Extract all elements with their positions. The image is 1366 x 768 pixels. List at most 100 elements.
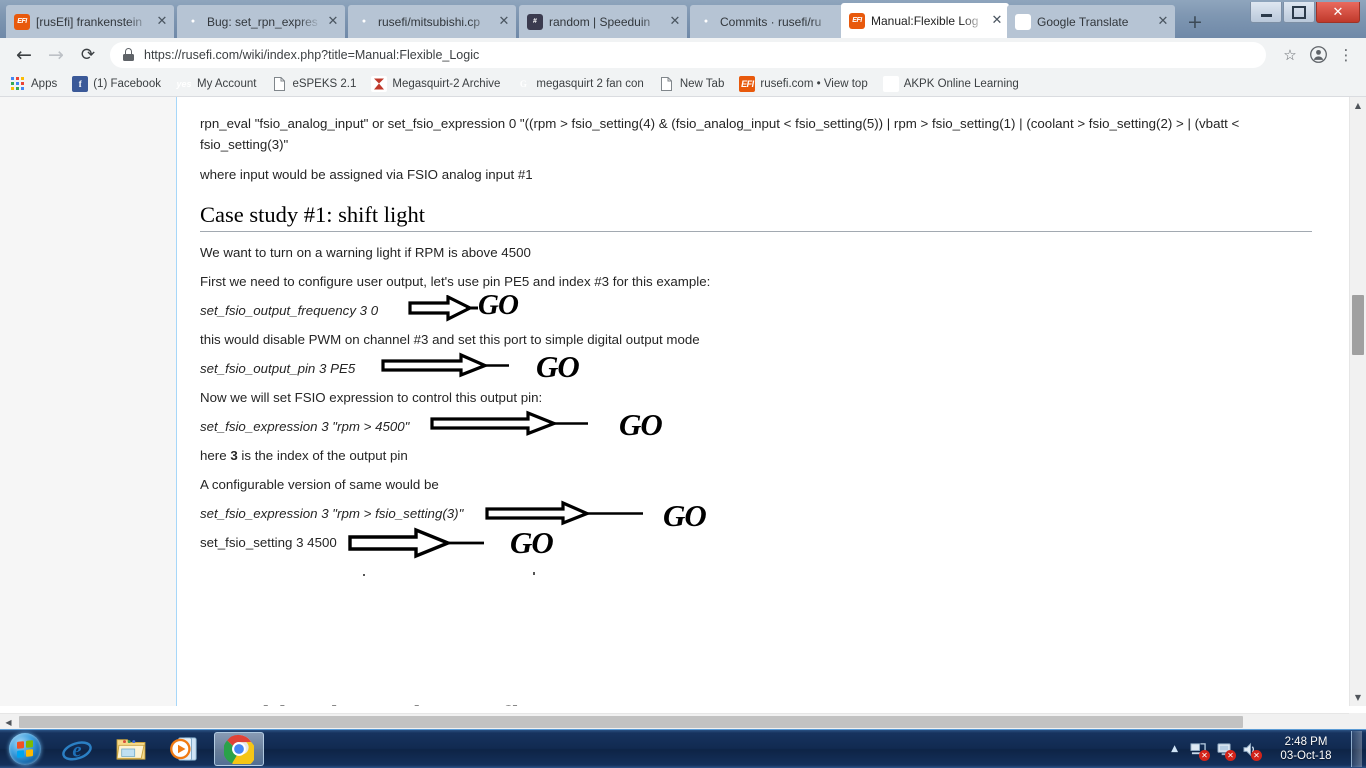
system-tray: ▲ ✕ ✕ ✕ 2:48 PM 03-Oct-18 xyxy=(1171,730,1366,768)
maximize-button[interactable] xyxy=(1283,2,1315,23)
wiki-article-content: rpn_eval "fsio_analog_input" or set_fsio… xyxy=(178,97,1366,706)
tab-label: Commits · rusefi/ru xyxy=(720,14,822,29)
google-icon: G xyxy=(519,78,527,89)
tray-overflow-icon[interactable]: ▲ xyxy=(1171,744,1178,754)
rusefi-icon: EFI xyxy=(849,12,865,29)
tab-label: rusefi/mitsubishi.cp xyxy=(378,14,481,29)
annotation-arrow-2 xyxy=(381,352,513,385)
tab-rusefi-mitsubishi[interactable]: ● rusefi/mitsubishi.cp ✕ xyxy=(348,5,516,38)
yes-icon: yes xyxy=(176,78,192,89)
bookmark-star-icon[interactable]: ☆ xyxy=(1276,41,1304,69)
bookmark-espeks[interactable]: eSPEKS 2.1 xyxy=(271,76,356,92)
windows-taskbar: e ▲ ✕ ✕ ✕ 2:48 PM 03-Oct-18 xyxy=(0,729,1366,768)
back-icon[interactable]: ← xyxy=(8,39,40,71)
here-suffix: is the index of the output pin xyxy=(237,448,408,463)
new-tab-button[interactable]: + xyxy=(1182,11,1208,35)
bookmark-my-account[interactable]: yes My Account xyxy=(176,76,256,92)
akpk-icon: AKPK xyxy=(882,75,899,92)
taskbar-windows-explorer[interactable] xyxy=(106,732,156,766)
tab-google-translate[interactable]: G Google Translate ✕ xyxy=(1007,5,1175,38)
close-window-button[interactable]: ✕ xyxy=(1316,2,1360,23)
scroll-up-icon[interactable]: ▲ xyxy=(1350,97,1366,114)
address-bar[interactable]: https://rusefi.com/wiki/index.php?title=… xyxy=(110,41,1266,68)
tab-label: [rusEfi] frankenstein xyxy=(36,14,143,29)
tab-close-icon[interactable]: ✕ xyxy=(667,14,683,30)
tab-commits-rusefi[interactable]: ● Commits · rusefi/ru ✕ xyxy=(690,5,858,38)
taskbar-clock[interactable]: 2:48 PM 03-Oct-18 xyxy=(1265,735,1347,763)
bookmark-new-tab[interactable]: New Tab xyxy=(659,76,725,92)
minimize-button[interactable] xyxy=(1250,2,1282,23)
github-icon: ● xyxy=(190,18,196,25)
bookmark-label: rusefi.com • View top xyxy=(760,77,868,90)
here-prefix: here xyxy=(200,448,231,463)
annotation-go-2: GO xyxy=(536,349,580,384)
command-set-fsio-expression-configurable: set_fsio_expression 3 "rpm > fsio_settin… xyxy=(200,506,464,521)
tab-close-icon[interactable]: ✕ xyxy=(154,14,170,30)
tab-close-icon[interactable]: ✕ xyxy=(1155,14,1171,30)
bookmark-label: AKPK Online Learning xyxy=(903,77,1019,90)
tab-close-icon[interactable]: ✕ xyxy=(989,13,1005,29)
megasquirt-icon xyxy=(371,75,388,92)
apps-grid-icon xyxy=(10,76,26,92)
clock-time: 2:48 PM xyxy=(1284,736,1328,748)
bookmark-facebook[interactable]: f (1) Facebook xyxy=(72,75,161,92)
browser-toolbar: ← → ⟳ https://rusefi.com/wiki/index.php?… xyxy=(0,38,1366,71)
paragraph-disable-pwm: this would disable PWM on channel #3 and… xyxy=(200,332,700,347)
command-set-fsio-output-frequency: set_fsio_output_frequency 3 0 xyxy=(200,303,379,318)
show-desktop-button[interactable] xyxy=(1351,731,1362,767)
paragraph-configurable-version: A configurable version of same would be xyxy=(200,477,439,492)
start-button[interactable] xyxy=(2,731,48,767)
taskbar-google-chrome[interactable] xyxy=(214,732,264,766)
tab-label: Google Translate xyxy=(1037,14,1129,29)
bookmark-megasquirt-fan[interactable]: G megasquirt 2 fan con xyxy=(515,76,644,92)
command-set-fsio-setting: set_fsio_setting 3 4500 xyxy=(200,535,337,550)
svg-text:e: e xyxy=(72,740,81,762)
scroll-down-icon[interactable]: ▼ xyxy=(1350,689,1366,706)
annotation-arrow-5 xyxy=(348,527,504,564)
tab-manual-flexible-logic[interactable]: EFI Manual:Flexible Log ✕ xyxy=(841,3,1009,38)
page-viewport: rpn_eval "fsio_analog_input" or set_fsio… xyxy=(0,97,1366,706)
vertical-scroll-thumb[interactable] xyxy=(1352,295,1364,355)
scrollbar-corner xyxy=(1349,713,1366,730)
ink-speck xyxy=(533,572,535,575)
github-icon: ● xyxy=(703,18,709,25)
hash-icon: # xyxy=(527,13,543,30)
github-icon: ● xyxy=(361,18,367,25)
tab-strip: EFI [rusEfi] frankenstein ✕ ● Bug: set_r… xyxy=(0,0,1250,38)
rpn-eval-line2: fsio_setting(3)" xyxy=(200,137,289,152)
scroll-left-icon[interactable]: ◀ xyxy=(0,714,17,730)
here-index-value: 3 xyxy=(230,448,238,463)
paragraph-first-we-need: First we need to configure user output, … xyxy=(200,274,711,289)
bookmark-label: eSPEKS 2.1 xyxy=(292,77,357,90)
tab-close-icon[interactable]: ✕ xyxy=(325,14,341,30)
paragraph-here-index: here 3 is the index of the output pin xyxy=(200,445,408,466)
forward-icon[interactable]: → xyxy=(40,39,72,71)
vertical-scrollbar[interactable]: ▲ ▼ xyxy=(1349,97,1366,706)
tab-rusefi-frankenstein[interactable]: EFI [rusEfi] frankenstein ✕ xyxy=(6,5,174,38)
display-icon[interactable]: ✕ xyxy=(1213,738,1236,761)
taskbar-internet-explorer[interactable]: e xyxy=(52,732,102,766)
url-text: https://rusefi.com/wiki/index.php?title=… xyxy=(144,47,480,62)
horizontal-scroll-thumb[interactable] xyxy=(19,716,1243,728)
bookmark-label: New Tab xyxy=(679,77,725,90)
volume-icon[interactable]: ✕ xyxy=(1239,738,1262,761)
tab-random-speeduino[interactable]: # random | Speeduin ✕ xyxy=(519,5,687,38)
taskbar-windows-media-player[interactable] xyxy=(160,732,210,766)
network-icon[interactable]: ✕ xyxy=(1187,738,1210,761)
chrome-menu-icon[interactable]: ⋮ xyxy=(1332,41,1360,69)
annotation-go-3: GO xyxy=(619,407,663,442)
profile-avatar-icon[interactable] xyxy=(1304,41,1332,69)
lock-icon xyxy=(122,48,135,61)
tab-bug-set-rpn-expression[interactable]: ● Bug: set_rpn_expres ✕ xyxy=(177,5,345,38)
annotation-go-4: GO xyxy=(663,498,707,533)
bookmark-megasquirt-archive[interactable]: Megasquirt-2 Archive xyxy=(371,75,500,92)
tab-label: Manual:Flexible Log xyxy=(871,13,979,28)
reload-icon[interactable]: ⟳ xyxy=(72,39,104,71)
window-controls: ✕ xyxy=(1249,2,1360,23)
horizontal-scrollbar[interactable]: ◀ ▶ xyxy=(0,713,1366,730)
bookmark-apps[interactable]: Apps xyxy=(10,76,57,92)
error-badge: ✕ xyxy=(1199,750,1210,761)
tab-close-icon[interactable]: ✕ xyxy=(496,14,512,30)
bookmark-akpk[interactable]: AKPK AKPK Online Learning xyxy=(882,75,1019,92)
bookmark-rusefi[interactable]: EFI rusefi.com • View top xyxy=(739,75,868,92)
